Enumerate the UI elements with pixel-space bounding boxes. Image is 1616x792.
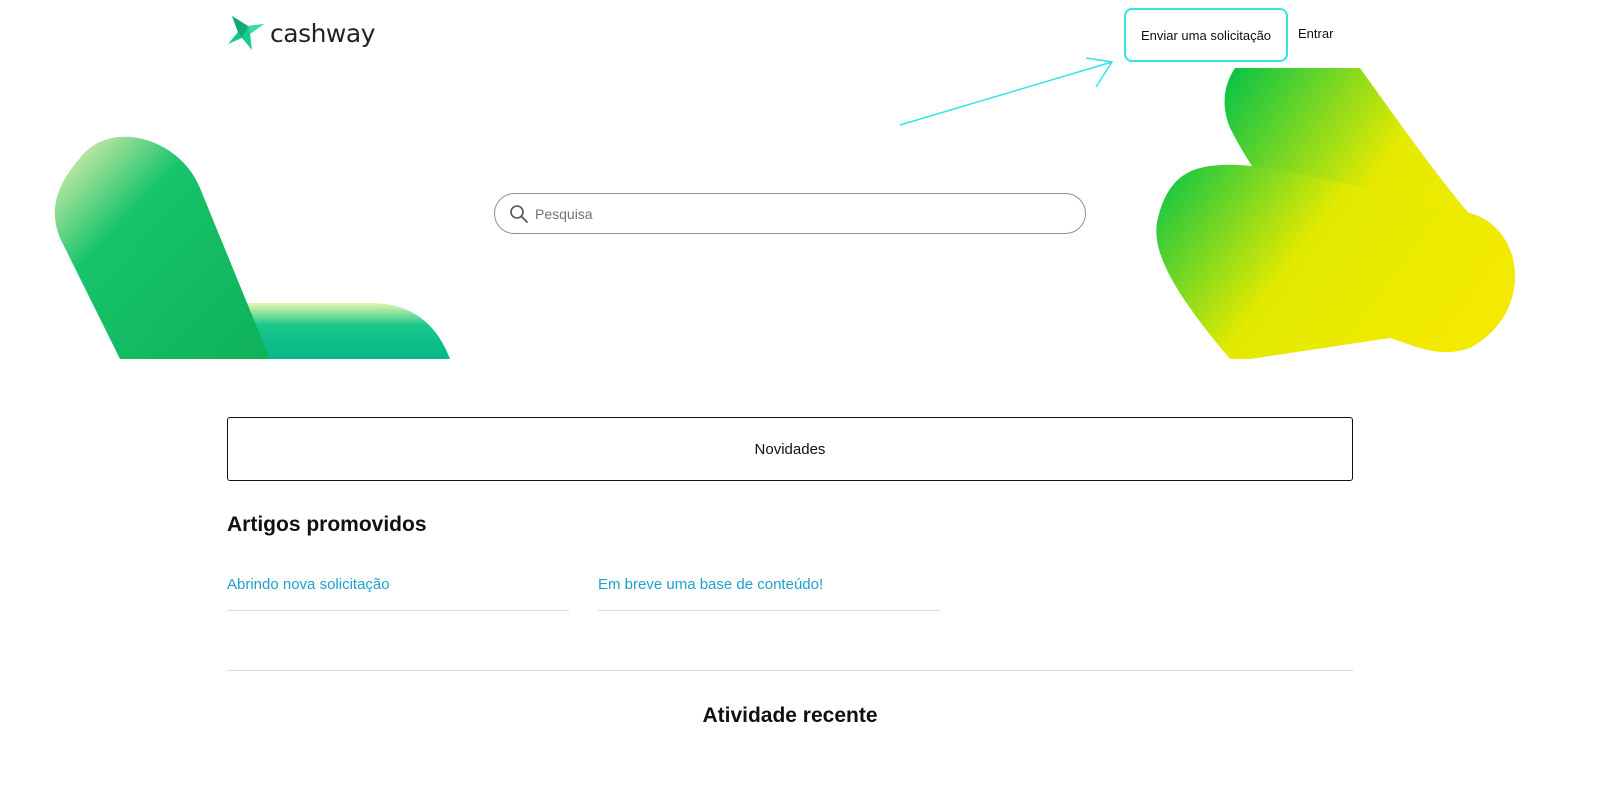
- brand-name: cashway: [270, 18, 376, 48]
- promoted-articles-title: Artigos promovidos: [227, 513, 427, 536]
- cashway-star-logo-icon: [228, 16, 264, 50]
- news-button[interactable]: Novidades: [227, 417, 1353, 481]
- recent-activity-title: Atividade recente: [702, 704, 878, 727]
- brand-logo[interactable]: cashway: [226, 14, 376, 52]
- list-item: Abrindo nova solicitação: [227, 576, 569, 611]
- site-header: cashway Enviar uma solicitação Entrar: [0, 0, 1616, 68]
- search-bar[interactable]: [494, 193, 1086, 234]
- sign-in-link[interactable]: Entrar: [1298, 26, 1333, 41]
- search-icon: [510, 204, 528, 223]
- promoted-articles-list: Abrindo nova solicitação Em breve uma ba…: [227, 576, 947, 611]
- submit-request-button[interactable]: Enviar uma solicitação: [1124, 8, 1288, 62]
- article-link-new-request[interactable]: Abrindo nova solicitação: [227, 576, 390, 593]
- hero-shape-right-decoration: [1156, 68, 1516, 359]
- article-link-coming-soon[interactable]: Em breve uma base de conteúdo!: [598, 576, 823, 593]
- section-divider: [227, 670, 1353, 671]
- search-input[interactable]: [535, 205, 1055, 222]
- list-item: Em breve uma base de conteúdo!: [598, 576, 940, 611]
- hero-shape-left-decoration: [54, 136, 450, 359]
